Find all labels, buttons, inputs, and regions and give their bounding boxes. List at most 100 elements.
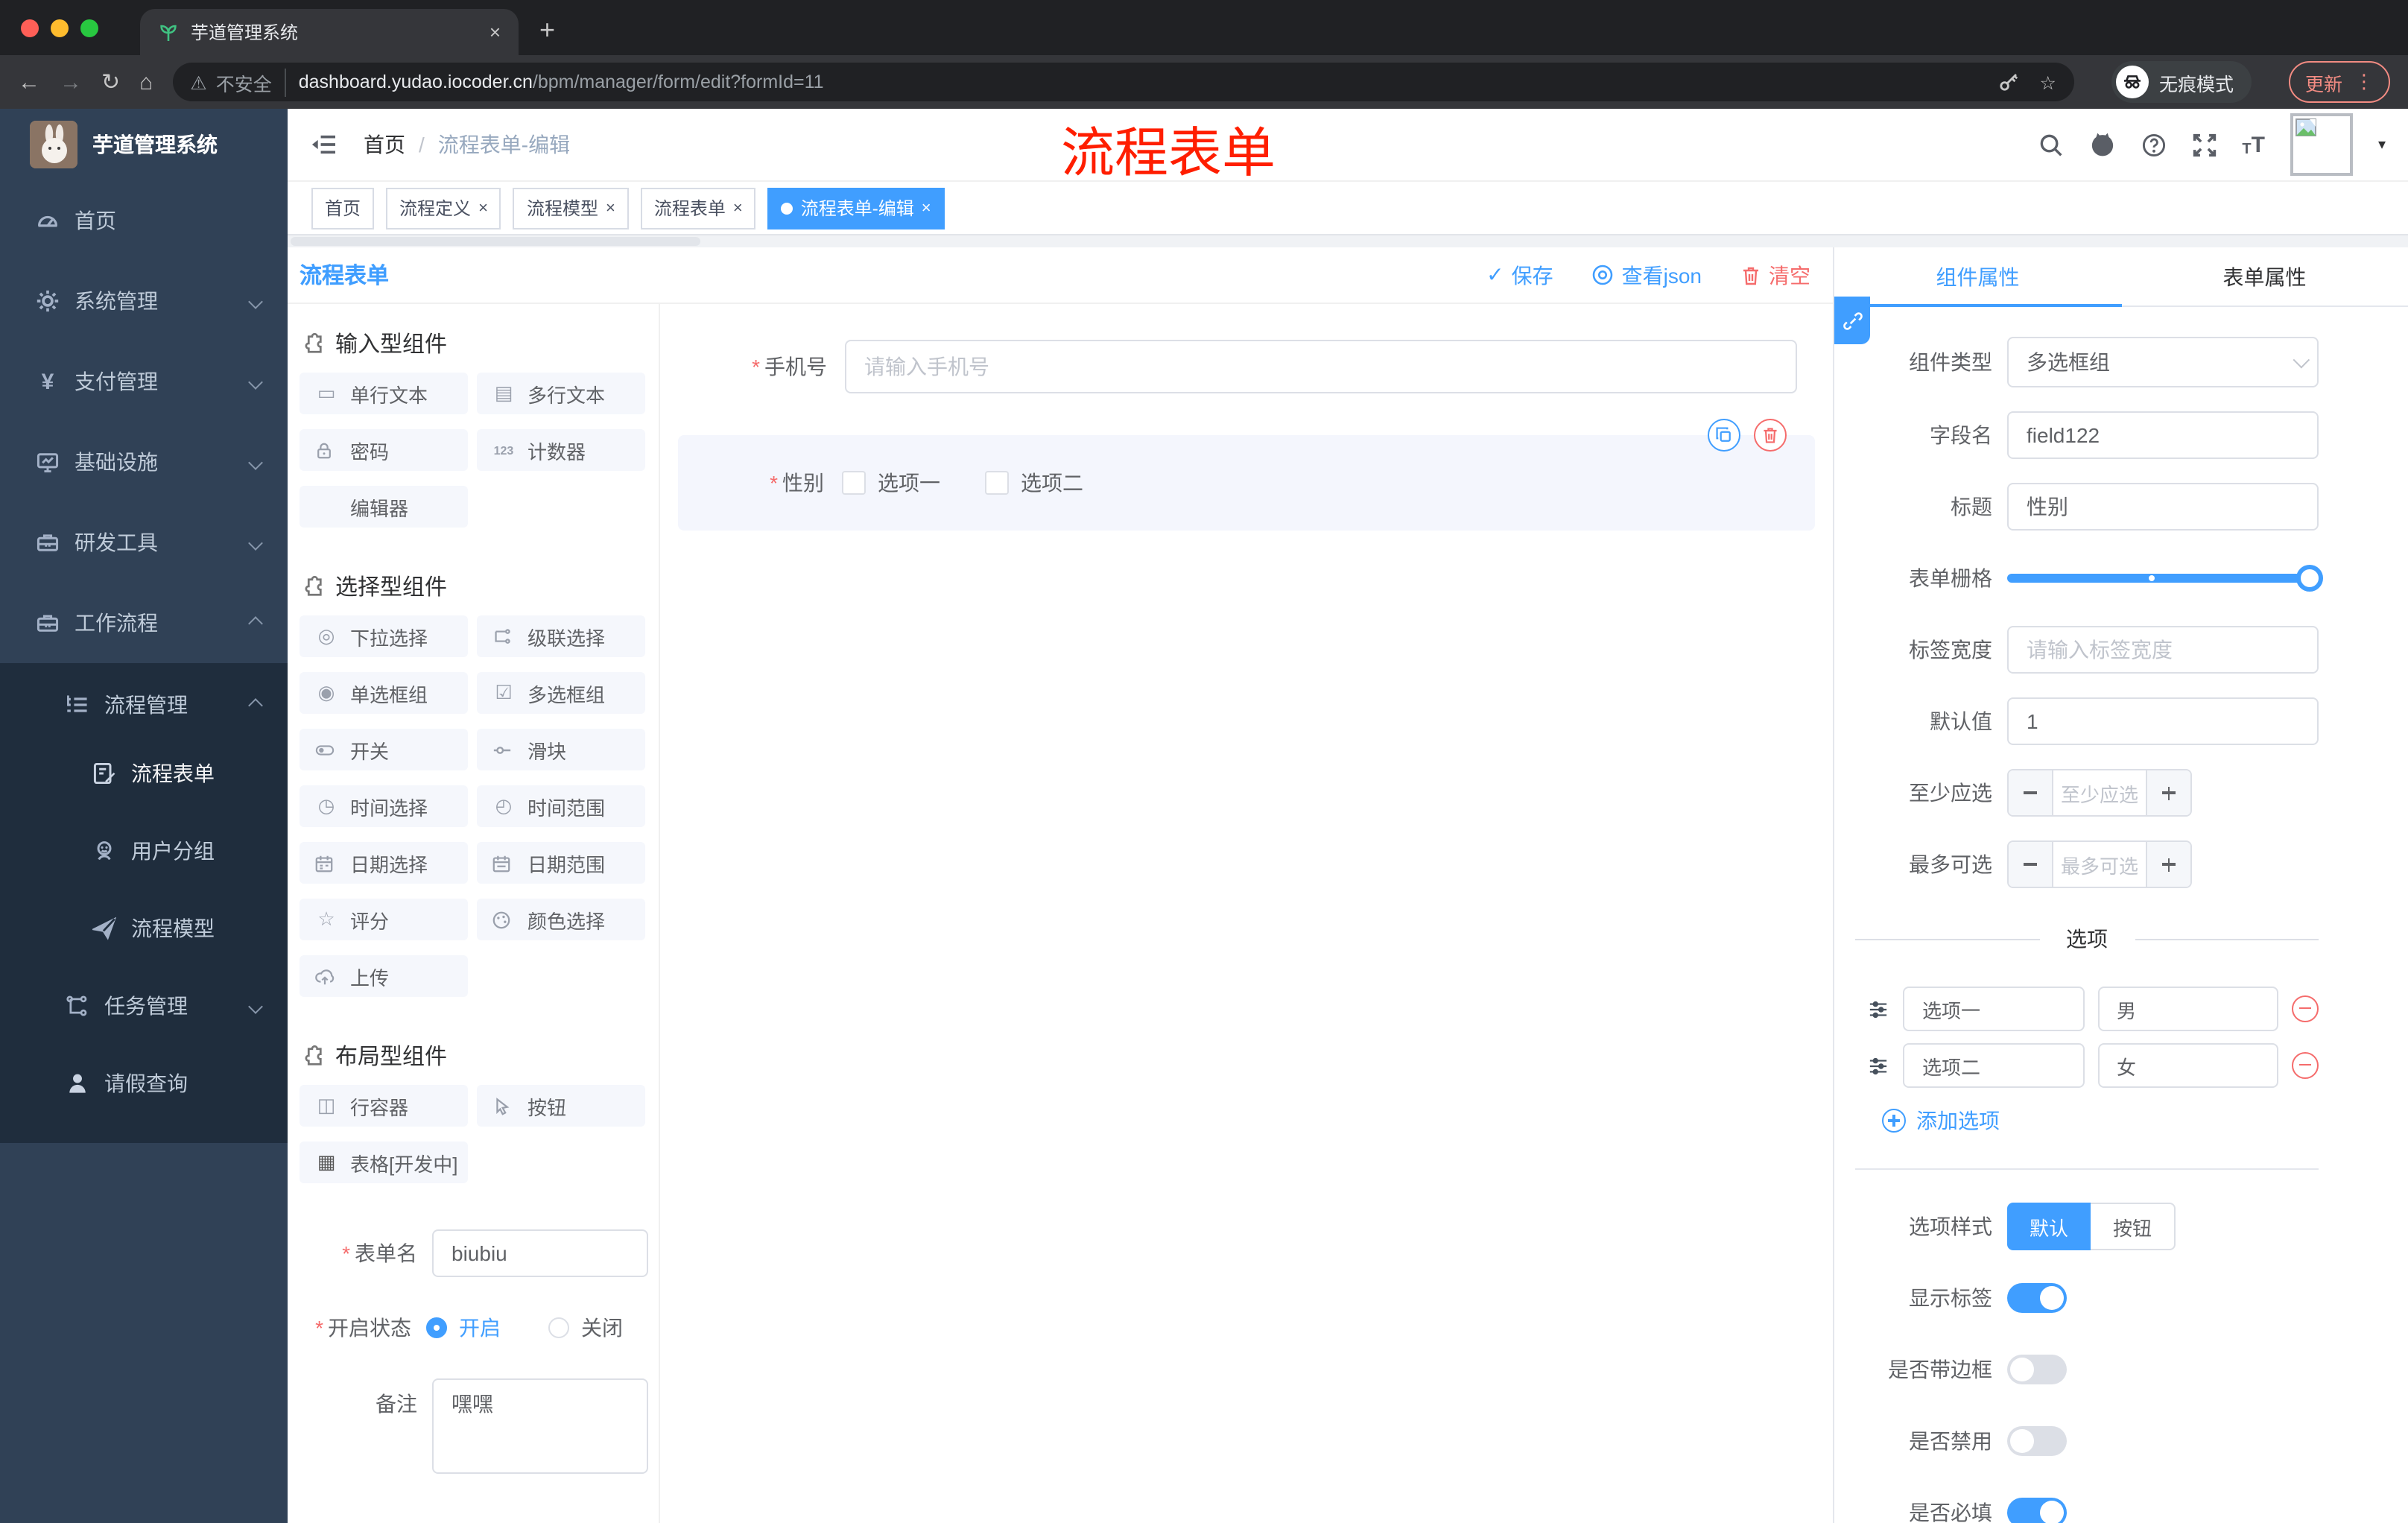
caret-down-icon[interactable]: ▾ xyxy=(2378,136,2386,153)
forward-button[interactable]: → xyxy=(60,69,82,95)
help-icon[interactable] xyxy=(2141,132,2166,157)
status-radio-off[interactable]: 关闭 xyxy=(548,1313,623,1343)
window-minimize-button[interactable] xyxy=(51,19,69,37)
show-label-toggle[interactable] xyxy=(2007,1283,2067,1313)
search-icon[interactable] xyxy=(2038,132,2063,157)
palette-item-color-picker[interactable]: 颜色选择 xyxy=(477,899,645,940)
border-toggle[interactable] xyxy=(2007,1355,2067,1384)
palette-item-slider[interactable]: 滑块 xyxy=(477,729,645,770)
new-tab-button[interactable]: + xyxy=(539,15,555,46)
selected-component-gender[interactable]: * 性别 选项一 选项二 xyxy=(678,419,1815,531)
palette-item-time-picker[interactable]: ◷ 时间选择 xyxy=(300,785,468,827)
stepper-minus-button[interactable] xyxy=(2009,770,2052,815)
sidebar-item-system[interactable]: 系统管理 xyxy=(0,261,288,341)
update-button[interactable]: 更新 ⋮ xyxy=(2288,61,2390,103)
clear-button[interactable]: 清空 xyxy=(1740,260,1810,290)
tab-close-icon[interactable]: × xyxy=(489,21,501,43)
tag-process-definition[interactable]: 流程定义 × xyxy=(386,187,501,229)
status-radio-on[interactable]: 开启 xyxy=(426,1313,501,1343)
min-select-value[interactable]: 至少应选 xyxy=(2052,770,2147,815)
palette-item-time-range[interactable]: ◴ 时间范围 xyxy=(477,785,645,827)
tag-close-icon[interactable]: × xyxy=(922,199,931,217)
sidebar-item-process-form[interactable]: 流程表单 xyxy=(0,735,288,812)
phone-input[interactable] xyxy=(845,340,1797,393)
tag-home[interactable]: 首页 xyxy=(311,187,375,229)
tag-close-icon[interactable]: × xyxy=(733,199,743,217)
drag-handle-icon[interactable] xyxy=(1867,999,1889,1019)
max-select-value[interactable]: 最多可选 xyxy=(2052,842,2147,887)
checkbox-unchecked[interactable] xyxy=(985,471,1009,495)
sidebar-item-devtools[interactable]: 研发工具 xyxy=(0,502,288,583)
back-button[interactable]: ← xyxy=(18,69,40,95)
style-button-button[interactable]: 按钮 xyxy=(2091,1203,2176,1250)
sidebar-item-infra[interactable]: 基础设施 xyxy=(0,422,288,502)
component-type-select[interactable]: 多选框组 xyxy=(2007,337,2319,387)
bookmark-star-icon[interactable]: ☆ xyxy=(2040,71,2056,93)
option-label-input[interactable] xyxy=(1903,1043,2084,1088)
sidebar-item-leave-query[interactable]: 请假查询 xyxy=(0,1045,288,1122)
gender-option-1[interactable]: 选项一 xyxy=(842,468,940,498)
avatar[interactable] xyxy=(2290,113,2353,176)
window-zoom-button[interactable] xyxy=(80,19,98,37)
sidebar-item-home[interactable]: 首页 xyxy=(0,180,288,261)
reload-button[interactable]: ↻ xyxy=(101,69,120,95)
option-value-input[interactable] xyxy=(2097,987,2278,1031)
sidebar-item-workflow[interactable]: 工作流程 xyxy=(0,583,288,663)
tag-close-icon[interactable]: × xyxy=(606,199,615,217)
palette-item-date-picker[interactable]: 日期选择 xyxy=(300,842,468,884)
breadcrumb-home[interactable]: 首页 xyxy=(364,130,405,159)
option-value-input[interactable] xyxy=(2097,1043,2278,1088)
palette-item-multi-text[interactable]: ▤ 多行文本 xyxy=(477,373,645,414)
font-size-icon[interactable]: TT xyxy=(2242,132,2265,157)
palette-item-counter[interactable]: 123 计数器 xyxy=(477,429,645,471)
required-toggle[interactable] xyxy=(2007,1498,2067,1523)
palette-item-button[interactable]: 按钮 xyxy=(477,1085,645,1127)
palette-item-row-container[interactable]: ◫ 行容器 xyxy=(300,1085,468,1127)
gender-option-2[interactable]: 选项二 xyxy=(985,468,1083,498)
slider-handle[interactable] xyxy=(2296,565,2323,592)
palette-item-upload[interactable]: 上传 xyxy=(300,955,468,997)
field-name-input[interactable] xyxy=(2007,411,2319,459)
palette-item-editor[interactable]: 编辑器 xyxy=(300,486,468,528)
palette-item-radio-group[interactable]: ◉ 单选框组 xyxy=(300,672,468,714)
horizontal-scrollbar-thumb[interactable] xyxy=(291,237,700,246)
tab-form-props[interactable]: 表单属性 xyxy=(2121,247,2408,305)
palette-item-select[interactable]: ◎ 下拉选择 xyxy=(300,615,468,657)
title-input[interactable] xyxy=(2007,483,2319,531)
radio-off-icon[interactable] xyxy=(548,1317,569,1338)
remove-option-button[interactable] xyxy=(2292,995,2319,1022)
drag-handle-icon[interactable] xyxy=(1867,1056,1889,1075)
remark-textarea[interactable]: 嘿嘿 xyxy=(432,1378,648,1474)
add-option-button[interactable]: 添加选项 xyxy=(1882,1106,2319,1136)
palette-item-switch[interactable]: 开关 xyxy=(300,729,468,770)
palette-item-date-range[interactable]: 日期范围 xyxy=(477,842,645,884)
key-icon[interactable] xyxy=(1998,72,2019,92)
tag-process-form-edit[interactable]: 流程表单-编辑 × xyxy=(767,187,945,229)
save-button[interactable]: ✓ 保存 xyxy=(1486,260,1553,290)
tag-process-form[interactable]: 流程表单 × xyxy=(640,187,756,229)
phone-field-row[interactable]: * 手机号 xyxy=(678,340,1815,393)
copy-component-button[interactable] xyxy=(1708,419,1740,452)
sidebar-item-payment[interactable]: ¥ 支付管理 xyxy=(0,341,288,422)
label-width-input[interactable] xyxy=(2007,626,2319,674)
radio-on-icon[interactable] xyxy=(426,1317,447,1338)
tab-component-props[interactable]: 组件属性 xyxy=(1834,247,2121,305)
window-close-button[interactable] xyxy=(21,19,39,37)
sidebar-item-process-model[interactable]: 流程模型 xyxy=(0,890,288,967)
address-bar[interactable]: ⚠ 不安全 dashboard.yudao.iocoder.cn/bpm/man… xyxy=(172,63,2074,101)
style-default-button[interactable]: 默认 xyxy=(2007,1203,2091,1250)
delete-component-button[interactable] xyxy=(1754,419,1787,452)
palette-item-password[interactable]: 密码 xyxy=(300,429,468,471)
form-name-input[interactable] xyxy=(432,1229,648,1277)
palette-item-checkbox-group[interactable]: ☑ 多选框组 xyxy=(477,672,645,714)
palette-item-table[interactable]: ▦ 表格[开发中] xyxy=(300,1142,468,1183)
security-chip[interactable]: ⚠ 不安全 xyxy=(190,68,287,96)
view-json-button[interactable]: 查看json xyxy=(1592,260,1702,290)
home-button[interactable]: ⌂ xyxy=(139,69,153,95)
checkbox-unchecked[interactable] xyxy=(842,471,866,495)
palette-item-single-text[interactable]: ▭ 单行文本 xyxy=(300,373,468,414)
palette-item-rate[interactable]: ☆ 评分 xyxy=(300,899,468,940)
grid-slider[interactable] xyxy=(2007,565,2323,592)
option-label-input[interactable] xyxy=(1903,987,2084,1031)
browser-tab[interactable]: 芋道管理系统 × xyxy=(140,9,519,55)
